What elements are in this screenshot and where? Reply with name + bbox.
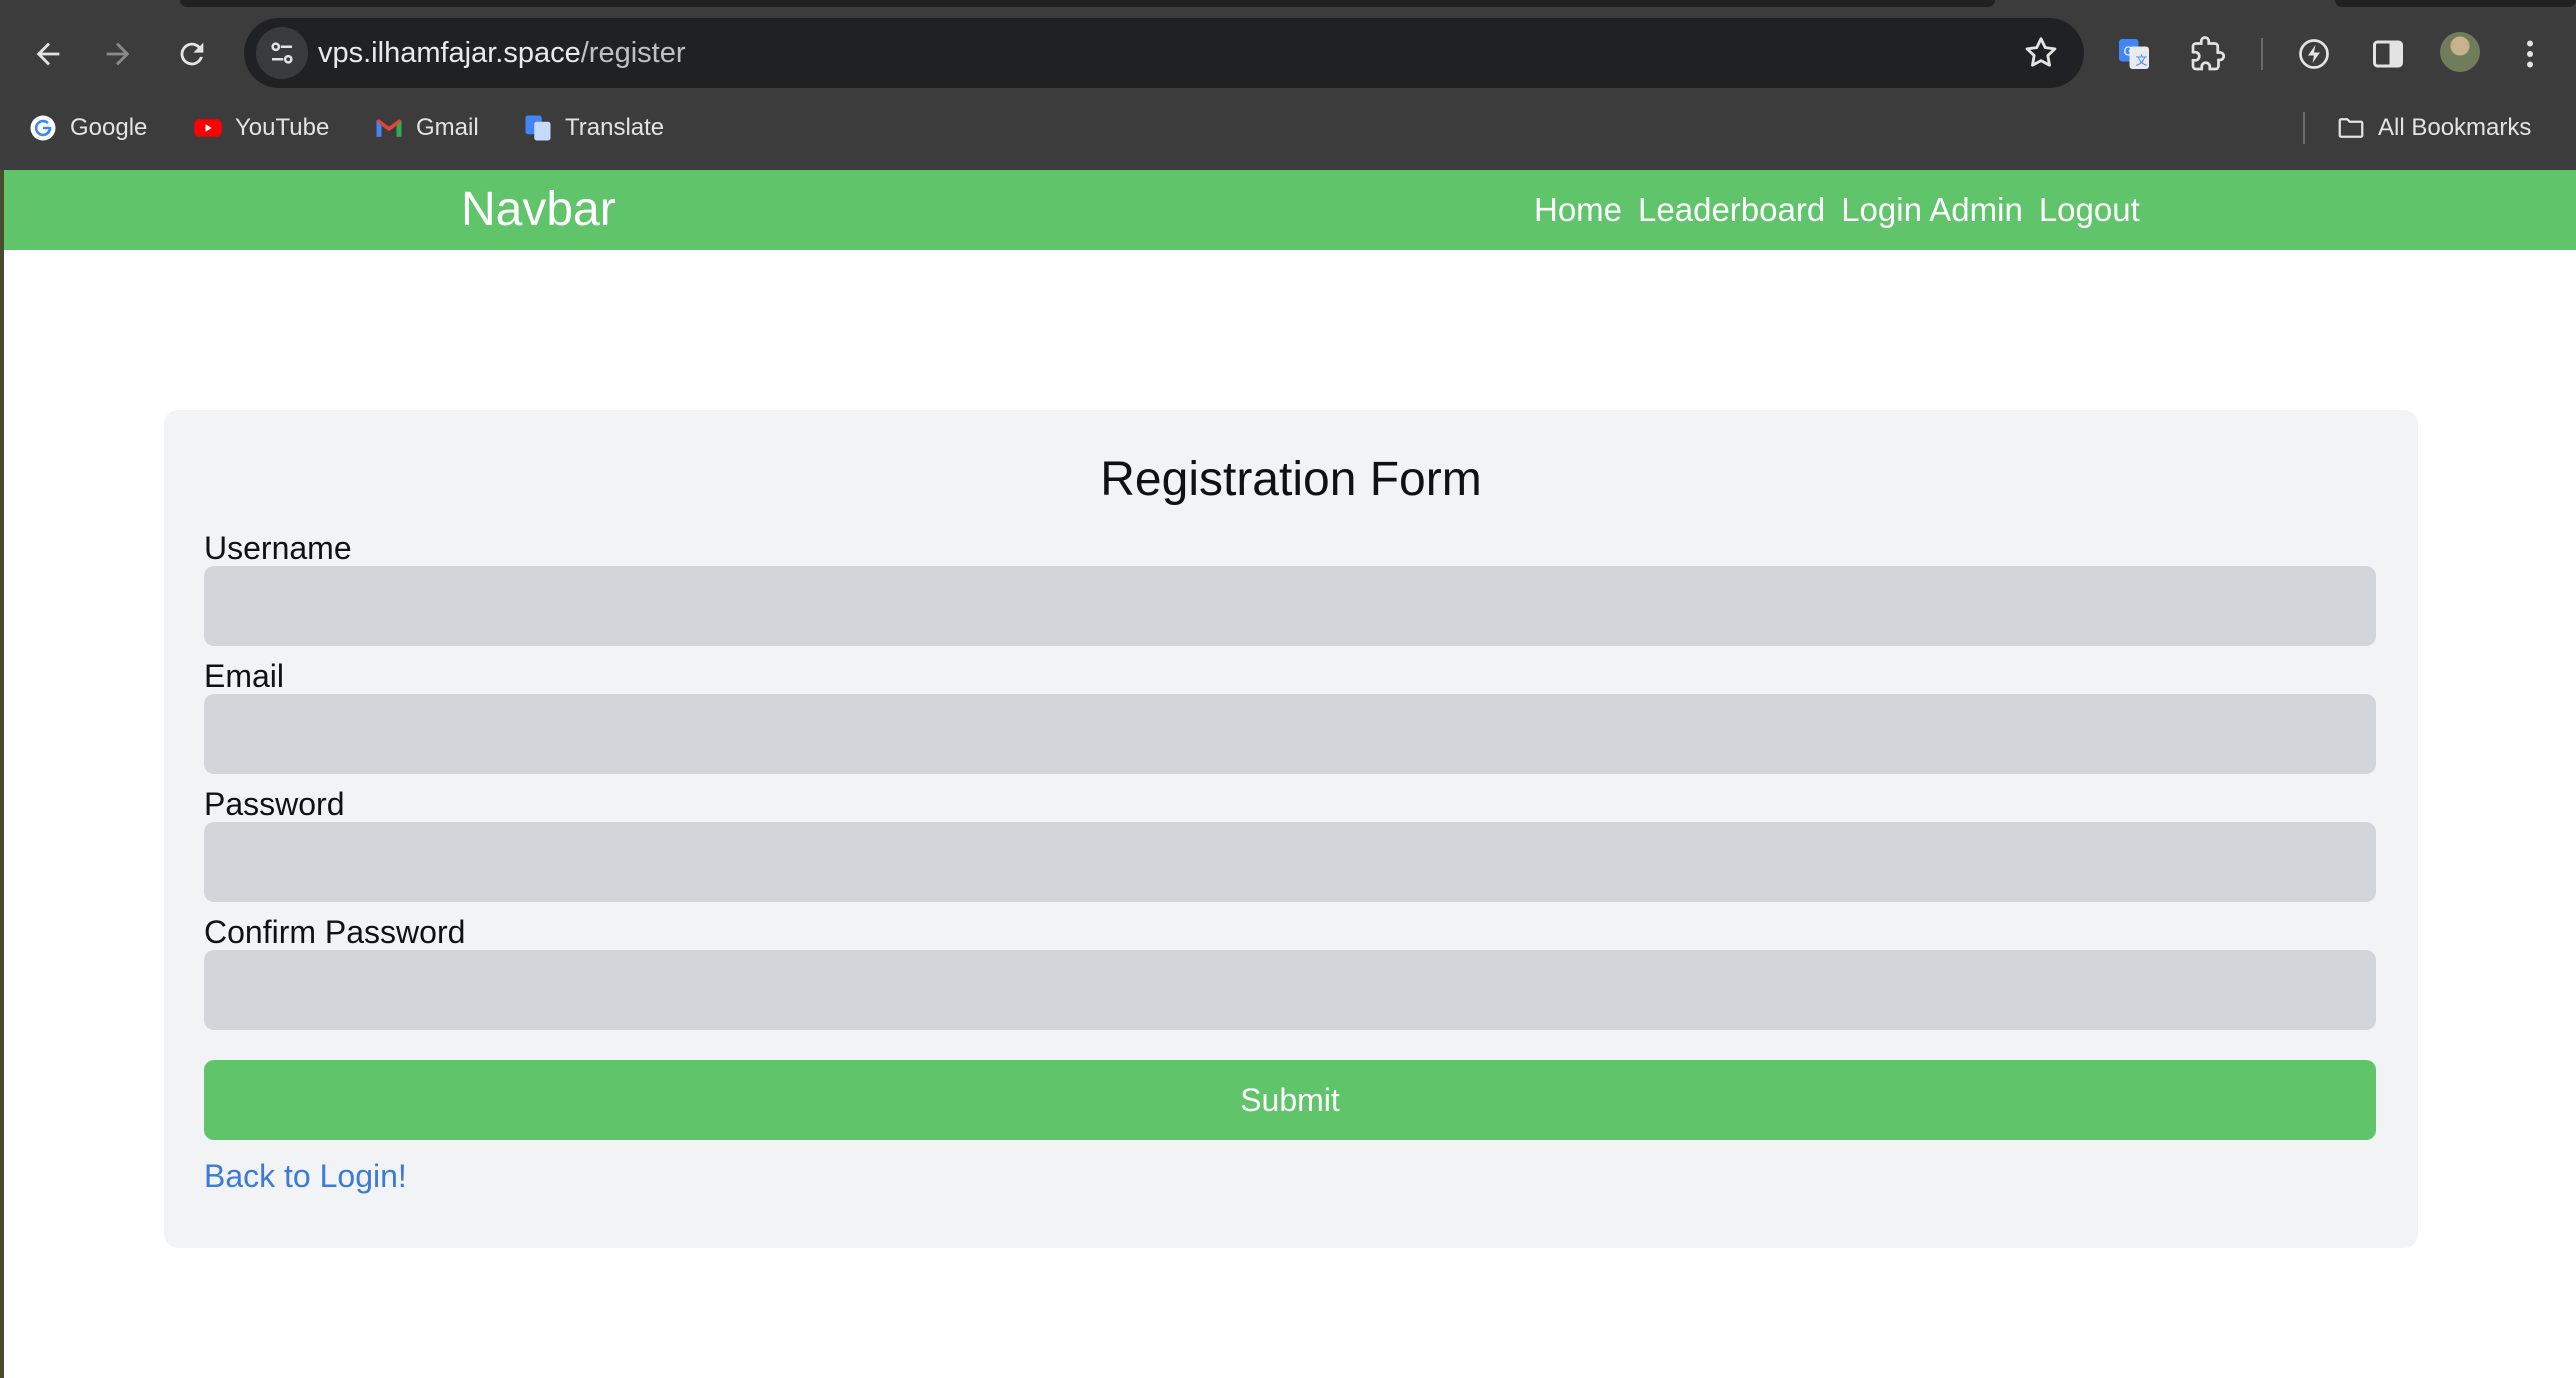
nav-link-logout[interactable]: Logout: [2039, 191, 2140, 229]
tune-icon: [271, 42, 293, 64]
back-to-login-link[interactable]: Back to Login!: [204, 1158, 407, 1195]
browser-toolbar: vps.ilhamfajar.space/register G文: [0, 14, 2576, 94]
site-navbar: Navbar Home Leaderboard Login Admin Logo…: [4, 170, 2576, 250]
puzzle-icon: [2191, 36, 2226, 71]
bookmarks-divider: [2303, 112, 2305, 144]
browser-menu-button[interactable]: [2508, 32, 2552, 76]
arrow-right-icon: [106, 42, 130, 66]
arrow-left-icon: [36, 42, 60, 66]
registration-card: Registration Form Username Email Passwor…: [164, 410, 2418, 1248]
bookmark-label: Translate: [565, 114, 665, 141]
navbar-brand[interactable]: Navbar: [461, 170, 616, 250]
all-bookmarks-button[interactable]: All Bookmarks: [2336, 104, 2531, 152]
address-bar[interactable]: vps.ilhamfajar.space/register: [244, 18, 2084, 88]
site-info-button[interactable]: [256, 27, 308, 79]
confirm-password-input[interactable]: [204, 950, 2376, 1030]
browser-chrome: vps.ilhamfajar.space/register G文 Google: [0, 0, 2576, 168]
gmail-icon: [374, 113, 404, 143]
more-vert-icon: [2527, 40, 2533, 68]
bookmark-youtube[interactable]: YouTube: [193, 104, 329, 152]
email-label: Email: [204, 658, 285, 694]
password-label: Password: [204, 786, 345, 822]
bookmark-gmail[interactable]: Gmail: [374, 104, 479, 152]
url-text[interactable]: vps.ilhamfajar.space/register: [318, 18, 686, 88]
nav-link-leaderboard[interactable]: Leaderboard: [1638, 191, 1825, 229]
reload-icon: [180, 42, 204, 66]
svg-text:G: G: [2124, 45, 2133, 59]
forward-button[interactable]: [92, 28, 144, 80]
translate-icon: G文: [2119, 39, 2149, 69]
bookmark-label: Gmail: [416, 114, 479, 141]
username-label: Username: [204, 530, 352, 566]
url-path: /register: [580, 37, 686, 69]
bookmark-label: YouTube: [235, 114, 330, 141]
side-panel-icon: [2373, 40, 2403, 68]
google-icon: [28, 113, 58, 143]
svg-text:文: 文: [2136, 53, 2148, 68]
bookmark-google[interactable]: Google: [28, 104, 147, 152]
url-host: vps.ilhamfajar.space: [318, 37, 581, 69]
bookmarks-bar: Google YouTube Gmail Translate All Bookm…: [0, 104, 2576, 152]
bookmark-translate[interactable]: Translate: [523, 104, 664, 152]
bookmark-label: Google: [70, 114, 148, 141]
energy-saver-icon: [2299, 39, 2329, 69]
tab-strip-right: [2335, 0, 2576, 7]
profile-avatar[interactable]: [2440, 32, 2480, 72]
password-input[interactable]: [204, 822, 2376, 902]
all-bookmarks-label: All Bookmarks: [2378, 114, 2532, 141]
side-panel-button[interactable]: [2366, 32, 2410, 76]
youtube-icon: [193, 113, 223, 143]
nav-link-home[interactable]: Home: [1534, 191, 1622, 229]
confirm-password-label: Confirm Password: [204, 914, 466, 950]
performance-button[interactable]: [2292, 32, 2336, 76]
bookmark-star-icon[interactable]: [2022, 34, 2060, 72]
navbar-menu: Home Leaderboard Login Admin Logout: [1534, 170, 2140, 250]
folder-icon: [2336, 113, 2366, 143]
google-translate-extension-button[interactable]: G文: [2112, 32, 2156, 76]
form-title: Registration Form: [1100, 453, 1482, 506]
tab-strip: [180, 0, 1995, 7]
toolbar-divider: [2261, 38, 2263, 70]
translate-icon: [523, 113, 553, 143]
reload-button[interactable]: [166, 28, 218, 80]
submit-button[interactable]: Submit: [204, 1060, 2376, 1140]
back-button[interactable]: [22, 28, 74, 80]
extensions-button[interactable]: [2186, 32, 2230, 76]
page-viewport: Navbar Home Leaderboard Login Admin Logo…: [4, 170, 2576, 1378]
nav-link-login-admin[interactable]: Login Admin: [1841, 191, 2023, 229]
email-input[interactable]: [204, 694, 2376, 774]
username-input[interactable]: [204, 566, 2376, 646]
